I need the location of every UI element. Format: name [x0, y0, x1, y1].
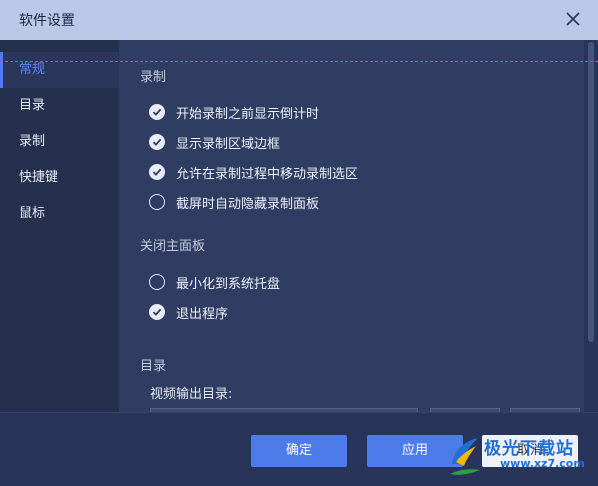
checkbox-checked-icon: [149, 134, 165, 150]
option-label: 开始录制之前显示倒计时: [176, 106, 320, 122]
ok-button[interactable]: 确定: [251, 435, 347, 467]
video-output-label: 视频输出目录:: [150, 387, 233, 402]
option-hide-panel[interactable]: 截屏时自动隐藏录制面板: [149, 193, 320, 212]
section-title-directory: 目录: [140, 359, 167, 374]
option-countdown[interactable]: 开始录制之前显示倒计时: [149, 103, 320, 122]
option-show-border[interactable]: 显示录制区域边框: [149, 133, 281, 152]
option-label: 最小化到系统托盘: [176, 276, 281, 292]
option-label: 允许在录制过程中移动录制选区: [176, 166, 359, 182]
active-indicator: [0, 52, 3, 88]
sidebar-item-label: 快捷键: [19, 170, 59, 185]
checkbox-unchecked-icon: [149, 194, 165, 210]
option-label: 显示录制区域边框: [176, 136, 281, 152]
window-title: 软件设置: [19, 13, 75, 29]
option-label: 截屏时自动隐藏录制面板: [176, 196, 320, 212]
sidebar-item-label: 目录: [19, 98, 46, 113]
scrollbar[interactable]: [584, 40, 598, 412]
scrollbar-thumb[interactable]: [588, 42, 594, 342]
option-exit-program[interactable]: 退出程序: [149, 303, 229, 322]
sidebar-item-directory[interactable]: 目录: [0, 88, 119, 124]
watermark: 极光下载站 www.xz7.com: [448, 432, 594, 482]
dashed-guide-line: [0, 61, 598, 62]
close-button[interactable]: [560, 6, 586, 32]
checkbox-checked-icon: [149, 164, 165, 180]
sidebar-item-label: 录制: [19, 134, 46, 149]
sidebar-item-mouse[interactable]: 鼠标: [0, 196, 119, 232]
title-bar: 软件设置: [0, 0, 598, 40]
sidebar-item-general[interactable]: 常规: [0, 52, 119, 88]
option-minimize-tray[interactable]: 最小化到系统托盘: [149, 273, 281, 292]
settings-content: 录制 开始录制之前显示倒计时 显示录制区域边框 允许在录制过程中移动录制选区 截…: [119, 40, 584, 412]
watermark-text: 极光下载站: [484, 439, 574, 459]
sidebar-item-hotkeys[interactable]: 快捷键: [0, 160, 119, 196]
checkbox-checked-icon: [149, 104, 165, 120]
sidebar-item-label: 常规: [19, 62, 46, 77]
watermark-logo-icon: [450, 438, 480, 475]
section-title-record: 录制: [140, 70, 167, 85]
checkbox-unchecked-icon: [149, 274, 165, 290]
option-label: 退出程序: [176, 306, 229, 322]
option-move-selection[interactable]: 允许在录制过程中移动录制选区: [149, 163, 359, 182]
sidebar-item-label: 鼠标: [19, 206, 46, 221]
sidebar-item-record[interactable]: 录制: [0, 124, 119, 160]
close-icon: [566, 12, 580, 26]
sidebar: 常规 目录 录制 快捷键 鼠标: [0, 40, 119, 412]
checkbox-checked-icon: [149, 304, 165, 320]
section-title-close-panel: 关闭主面板: [140, 239, 206, 254]
watermark-url: www.xz7.com: [500, 457, 585, 470]
